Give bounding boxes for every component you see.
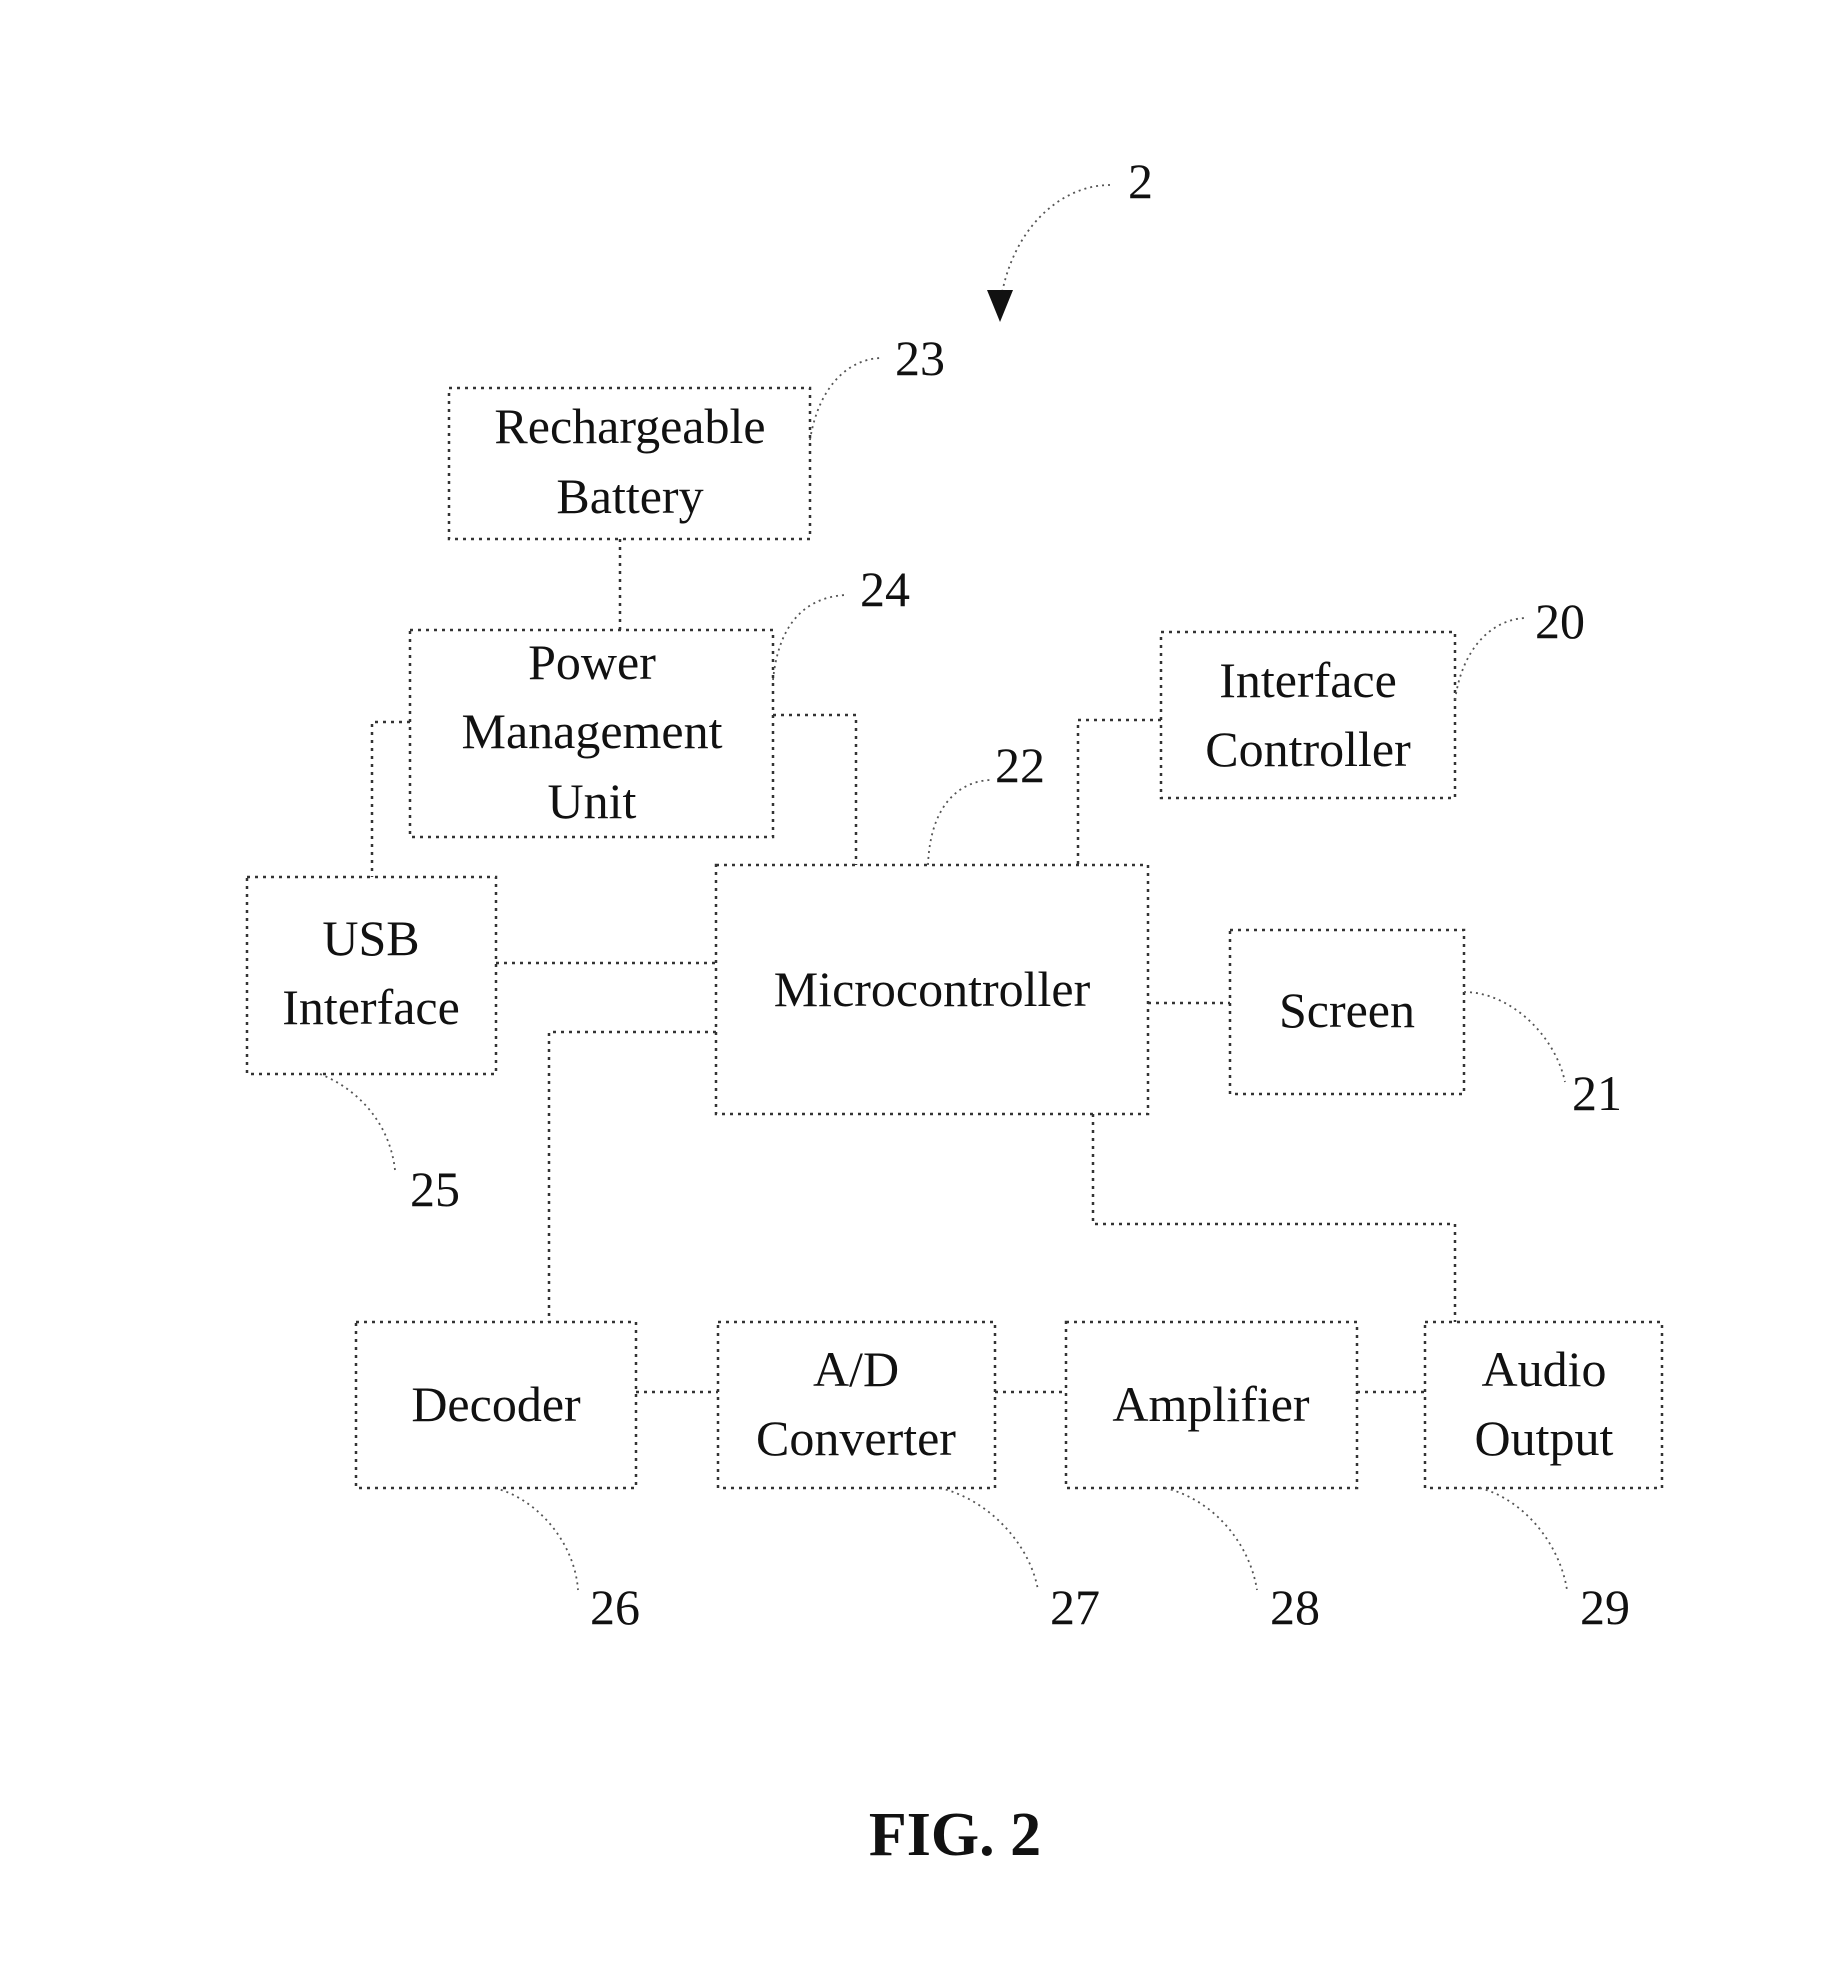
battery-label-line-1: Rechargeable: [494, 398, 765, 454]
leader-22: [927, 779, 991, 866]
leader-21: [1463, 991, 1566, 1083]
block-power-management-unit: Power Management Unit: [408, 628, 775, 839]
pmu-label-line-1: Power: [528, 634, 656, 690]
audio-output-label-line-2: Output: [1475, 1410, 1614, 1466]
system-ref-arrow: [999, 184, 1111, 306]
ref-25: 25: [410, 1161, 460, 1217]
pmu-label-line-3: Unit: [548, 773, 637, 829]
wire-pmu-usb: [370, 720, 410, 877]
system-ref-label: 2: [1128, 153, 1153, 209]
arrowhead-icon: [987, 290, 1013, 322]
ref-27: 27: [1050, 1579, 1100, 1635]
block-audio-output: Audio Output: [1423, 1320, 1664, 1490]
ad-converter-label-line-1: A/D: [813, 1341, 899, 1397]
ad-converter-label-line-2: Converter: [756, 1410, 956, 1466]
block-decoder: Decoder: [354, 1320, 638, 1490]
block-interface-controller: Interface Controller: [1159, 630, 1457, 800]
block-ad-converter: A/D Converter: [716, 1320, 997, 1490]
block-amplifier: Amplifier: [1064, 1320, 1359, 1490]
ref-28: 28: [1270, 1579, 1320, 1635]
ref-21: 21: [1572, 1065, 1622, 1121]
pmu-label-line-2: Management: [461, 703, 722, 759]
leader-25: [319, 1073, 396, 1171]
block-screen: Screen: [1228, 928, 1466, 1096]
wire-microcontroller-audio-output: [1091, 1114, 1457, 1322]
leader-26: [494, 1487, 579, 1591]
screen-label: Screen: [1279, 982, 1415, 1038]
block-microcontroller: Microcontroller: [714, 863, 1150, 1116]
ref-20: 20: [1535, 593, 1585, 649]
audio-output-label-line-1: Audio: [1482, 1341, 1607, 1397]
leader-27: [939, 1487, 1039, 1591]
ref-24: 24: [860, 561, 910, 617]
usb-label-line-1: USB: [322, 910, 419, 966]
amplifier-label: Amplifier: [1112, 1376, 1310, 1432]
figure-caption: FIG. 2: [869, 1801, 1041, 1869]
decoder-label: Decoder: [411, 1376, 581, 1432]
ref-23: 23: [895, 330, 945, 386]
ref-29: 29: [1580, 1579, 1630, 1635]
leader-29: [1479, 1487, 1568, 1591]
wire-microcontroller-decoder: [547, 1030, 716, 1322]
leader-28: [1164, 1487, 1258, 1591]
interface-controller-label-line-2: Controller: [1205, 721, 1411, 777]
interface-controller-label-line-1: Interface: [1219, 652, 1397, 708]
block-diagram: 2 Rechargeable Battery Power Management …: [245, 153, 1664, 1869]
wire-pmu-microcontroller: [773, 713, 858, 865]
battery-label-line-2: Battery: [556, 468, 703, 524]
ref-22: 22: [995, 737, 1045, 793]
wire-interface-controller-microcontroller: [1076, 718, 1161, 865]
ref-26: 26: [590, 1579, 640, 1635]
block-battery: Rechargeable Battery: [447, 386, 812, 541]
usb-label-line-2: Interface: [282, 979, 460, 1035]
leader-24: [772, 594, 846, 681]
microcontroller-label: Microcontroller: [774, 961, 1091, 1017]
leader-20: [1454, 617, 1526, 701]
block-usb-interface: USB Interface: [245, 875, 498, 1076]
leader-23: [809, 357, 881, 441]
